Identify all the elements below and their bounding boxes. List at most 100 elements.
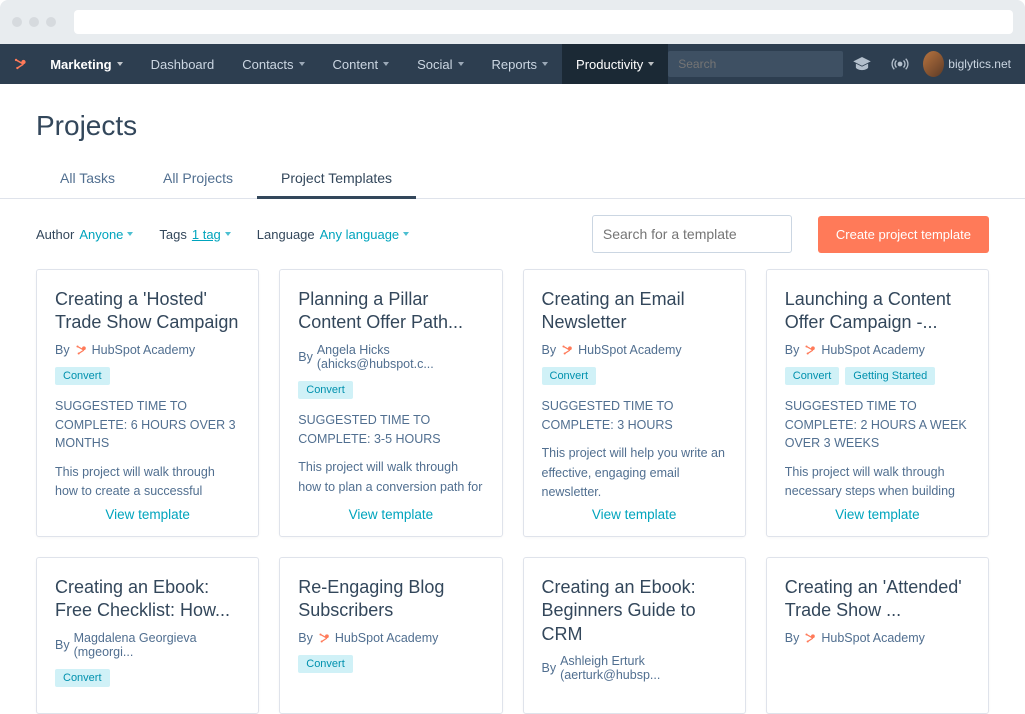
nav-marketing[interactable]: Marketing: [36, 44, 136, 84]
card-meta: SUGGESTED TIME TO COMPLETE: 6 HOURS OVER…: [55, 397, 240, 453]
nav-item-label: Productivity: [576, 57, 643, 72]
card-author: By Ashleigh Erturk (aerturk@hubsp...: [542, 654, 727, 682]
academy-icon[interactable]: [843, 57, 881, 71]
card-description: This project will walk through necessary…: [785, 463, 970, 499]
card-description: This project will help you write an effe…: [542, 444, 727, 499]
template-card: Creating an Ebook: Free Checklist: How..…: [36, 557, 259, 714]
browser-chrome: [0, 0, 1025, 44]
filter-label: Language: [257, 227, 315, 242]
card-title: Creating an 'Attended' Trade Show ...: [785, 576, 970, 623]
template-search[interactable]: [592, 215, 792, 253]
nav-reports[interactable]: Reports: [478, 44, 563, 84]
view-template-link[interactable]: View template: [298, 499, 483, 522]
template-card: Creating an Email Newsletter By HubSpot A…: [523, 269, 746, 537]
chevron-down-icon: [299, 62, 305, 66]
chevron-down-icon: [648, 62, 654, 66]
card-title: Creating an Ebook: Beginners Guide to CR…: [542, 576, 727, 646]
filter-label: Tags: [159, 227, 186, 242]
template-card: Creating a 'Hosted' Trade Show Campaign B…: [36, 269, 259, 537]
tag: Convert: [298, 655, 353, 673]
card-title: Creating an Ebook: Free Checklist: How..…: [55, 576, 240, 623]
page-title: Projects: [36, 110, 989, 142]
account-name[interactable]: biglytics.net: [948, 57, 1025, 71]
filter-value: Any language: [320, 227, 410, 242]
template-card: Re-Engaging Blog Subscribers By HubSpot A…: [279, 557, 502, 714]
nav-content[interactable]: Content: [319, 44, 404, 84]
filter-language[interactable]: Language Any language: [257, 227, 409, 242]
chevron-down-icon: [225, 232, 231, 236]
card-tags: Convert: [298, 381, 483, 399]
card-description: This project will walk through how to pl…: [298, 458, 483, 499]
card-title: Launching a Content Offer Campaign -...: [785, 288, 970, 335]
template-search-input[interactable]: [603, 226, 784, 242]
card-title: Re-Engaging Blog Subscribers: [298, 576, 483, 623]
card-tags: Convert Getting Started: [785, 367, 970, 385]
nav-social[interactable]: Social: [403, 44, 477, 84]
close-window[interactable]: [12, 17, 22, 27]
chevron-down-icon: [127, 232, 133, 236]
view-template-link[interactable]: View template: [55, 499, 240, 522]
card-author: By Angela Hicks (ahicks@hubspot.c...: [298, 343, 483, 371]
nav-contacts[interactable]: Contacts: [228, 44, 318, 84]
maximize-window[interactable]: [46, 17, 56, 27]
view-template-link[interactable]: View template: [542, 499, 727, 522]
tabs: All Tasks All Projects Project Templates: [0, 160, 1025, 199]
top-nav: Marketing Dashboard Contacts Content Soc…: [0, 44, 1025, 84]
card-tags: Convert: [55, 367, 240, 385]
filter-row: Author Anyone Tags 1 tag Language Any la…: [36, 199, 989, 269]
tab-all-projects[interactable]: All Projects: [139, 160, 257, 198]
card-author: By Magdalena Georgieva (mgeorgi...: [55, 631, 240, 659]
view-template-link[interactable]: View template: [785, 499, 970, 522]
nav-item-label: Reports: [492, 57, 538, 72]
hubspot-logo-icon: [12, 54, 28, 74]
card-tags: Convert: [55, 669, 240, 687]
nav-dashboard[interactable]: Dashboard: [137, 44, 229, 84]
nav-productivity[interactable]: Productivity: [562, 44, 668, 84]
nav-brand-label: Marketing: [50, 57, 111, 72]
tag: Convert: [542, 367, 597, 385]
tab-all-tasks[interactable]: All Tasks: [36, 160, 139, 198]
chevron-down-icon: [458, 62, 464, 66]
tab-project-templates[interactable]: Project Templates: [257, 160, 416, 198]
card-author: By HubSpot Academy: [785, 631, 970, 645]
filter-label: Author: [36, 227, 74, 242]
broadcast-icon[interactable]: [881, 57, 919, 71]
filter-author[interactable]: Author Anyone: [36, 227, 133, 242]
card-title: Creating an Email Newsletter: [542, 288, 727, 335]
filter-value: Anyone: [79, 227, 133, 242]
tag: Convert: [298, 381, 353, 399]
url-bar[interactable]: [74, 10, 1013, 34]
window-controls: [12, 17, 56, 27]
filter-tags[interactable]: Tags 1 tag: [159, 227, 230, 242]
card-description: This project will walk through how to cr…: [55, 463, 240, 499]
chevron-down-icon: [542, 62, 548, 66]
card-meta: SUGGESTED TIME TO COMPLETE: 2 HOURS A WE…: [785, 397, 970, 453]
card-title: Planning a Pillar Content Offer Path...: [298, 288, 483, 335]
nav-search-input[interactable]: [668, 51, 843, 77]
template-card: Planning a Pillar Content Offer Path... B…: [279, 269, 502, 537]
hubspot-logo-icon: [803, 631, 817, 645]
hubspot-logo-icon: [803, 343, 817, 357]
template-card: Creating an 'Attended' Trade Show ... By …: [766, 557, 989, 714]
template-card: Creating an Ebook: Beginners Guide to CR…: [523, 557, 746, 714]
nav-item-label: Content: [333, 57, 379, 72]
chevron-down-icon: [403, 232, 409, 236]
card-meta: SUGGESTED TIME TO COMPLETE: 3-5 HOURS: [298, 411, 483, 449]
card-tags: Convert: [298, 655, 483, 673]
card-author: By HubSpot Academy: [298, 631, 483, 645]
page-content: Projects All Tasks All Projects Project …: [0, 84, 1025, 714]
tag: Convert: [55, 367, 110, 385]
card-meta: SUGGESTED TIME TO COMPLETE: 3 HOURS: [542, 397, 727, 435]
card-author: By HubSpot Academy: [542, 343, 727, 357]
card-tags: Convert: [542, 367, 727, 385]
chevron-down-icon: [383, 62, 389, 66]
create-template-button[interactable]: Create project template: [818, 216, 989, 253]
card-title: Creating a 'Hosted' Trade Show Campaign: [55, 288, 240, 335]
tag: Convert: [55, 669, 110, 687]
tag: Convert: [785, 367, 840, 385]
chevron-down-icon: [117, 62, 123, 66]
card-author: By HubSpot Academy: [55, 343, 240, 357]
avatar[interactable]: [923, 51, 944, 77]
minimize-window[interactable]: [29, 17, 39, 27]
tag: Getting Started: [845, 367, 935, 385]
